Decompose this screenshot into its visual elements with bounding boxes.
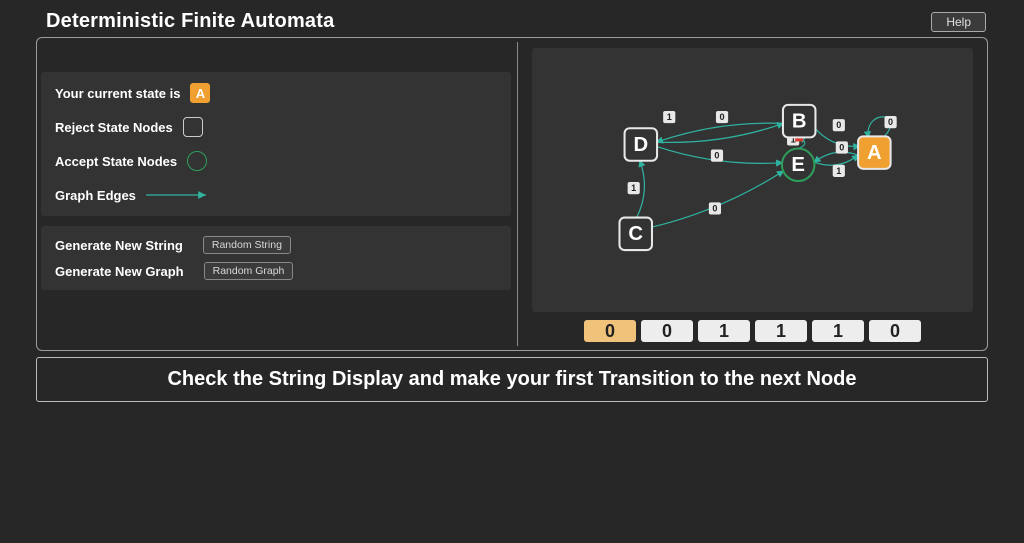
graph-node-B[interactable]: B xyxy=(783,105,815,137)
svg-text:0: 0 xyxy=(712,203,717,213)
random-graph-button[interactable]: Random Graph xyxy=(204,262,294,280)
gen-graph-label: Generate New Graph xyxy=(55,264,184,279)
current-state-label: Your current state is xyxy=(55,86,180,101)
graph-node-C[interactable]: C xyxy=(619,218,651,250)
main-panels: Your current state is A Reject State Nod… xyxy=(36,37,988,351)
bit-cell: 1 xyxy=(698,320,750,342)
svg-text:1: 1 xyxy=(631,183,636,193)
bit-cell: 1 xyxy=(812,320,864,342)
svg-text:0: 0 xyxy=(719,112,724,122)
current-state-badge: A xyxy=(190,83,210,103)
svg-text:0: 0 xyxy=(836,120,841,130)
svg-text:0: 0 xyxy=(888,117,893,127)
graph-viewport[interactable]: 0100101001 ABCDE xyxy=(532,48,973,312)
page-title: Deterministic Finite Automata xyxy=(46,10,334,33)
svg-text:0: 0 xyxy=(839,143,844,153)
edges-label: Graph Edges xyxy=(55,188,136,203)
dfa-graph[interactable]: 0100101001 ABCDE xyxy=(532,48,973,312)
accept-state-label: Accept State Nodes xyxy=(55,154,177,169)
generate-box: Generate New String Random String Genera… xyxy=(41,226,511,290)
graph-node-E[interactable]: E xyxy=(782,149,814,181)
svg-text:0: 0 xyxy=(714,151,719,161)
gen-string-label: Generate New String xyxy=(55,238,183,253)
legend-box: Your current state is A Reject State Nod… xyxy=(41,72,511,216)
bit-cell: 0 xyxy=(869,320,921,342)
svg-text:A: A xyxy=(867,142,882,164)
svg-text:1: 1 xyxy=(836,166,841,176)
svg-text:1: 1 xyxy=(667,112,672,122)
random-string-button[interactable]: Random String xyxy=(203,236,291,254)
accept-state-icon xyxy=(187,151,207,171)
graph-node-D[interactable]: D xyxy=(625,128,657,160)
svg-text:D: D xyxy=(633,134,648,156)
string-display: 001110 xyxy=(532,320,973,342)
bit-cell: 0 xyxy=(584,320,636,342)
bit-cell: 0 xyxy=(641,320,693,342)
help-button[interactable]: Help xyxy=(931,12,986,32)
reject-state-label: Reject State Nodes xyxy=(55,120,173,135)
bit-cell: 1 xyxy=(755,320,807,342)
svg-text:B: B xyxy=(792,110,807,132)
reject-state-icon xyxy=(183,117,203,137)
svg-text:E: E xyxy=(791,154,805,176)
instruction-bar: Check the String Display and make your f… xyxy=(36,357,988,402)
edge-arrow-icon xyxy=(146,191,216,199)
svg-text:C: C xyxy=(628,223,643,245)
graph-node-A[interactable]: A xyxy=(858,136,890,168)
